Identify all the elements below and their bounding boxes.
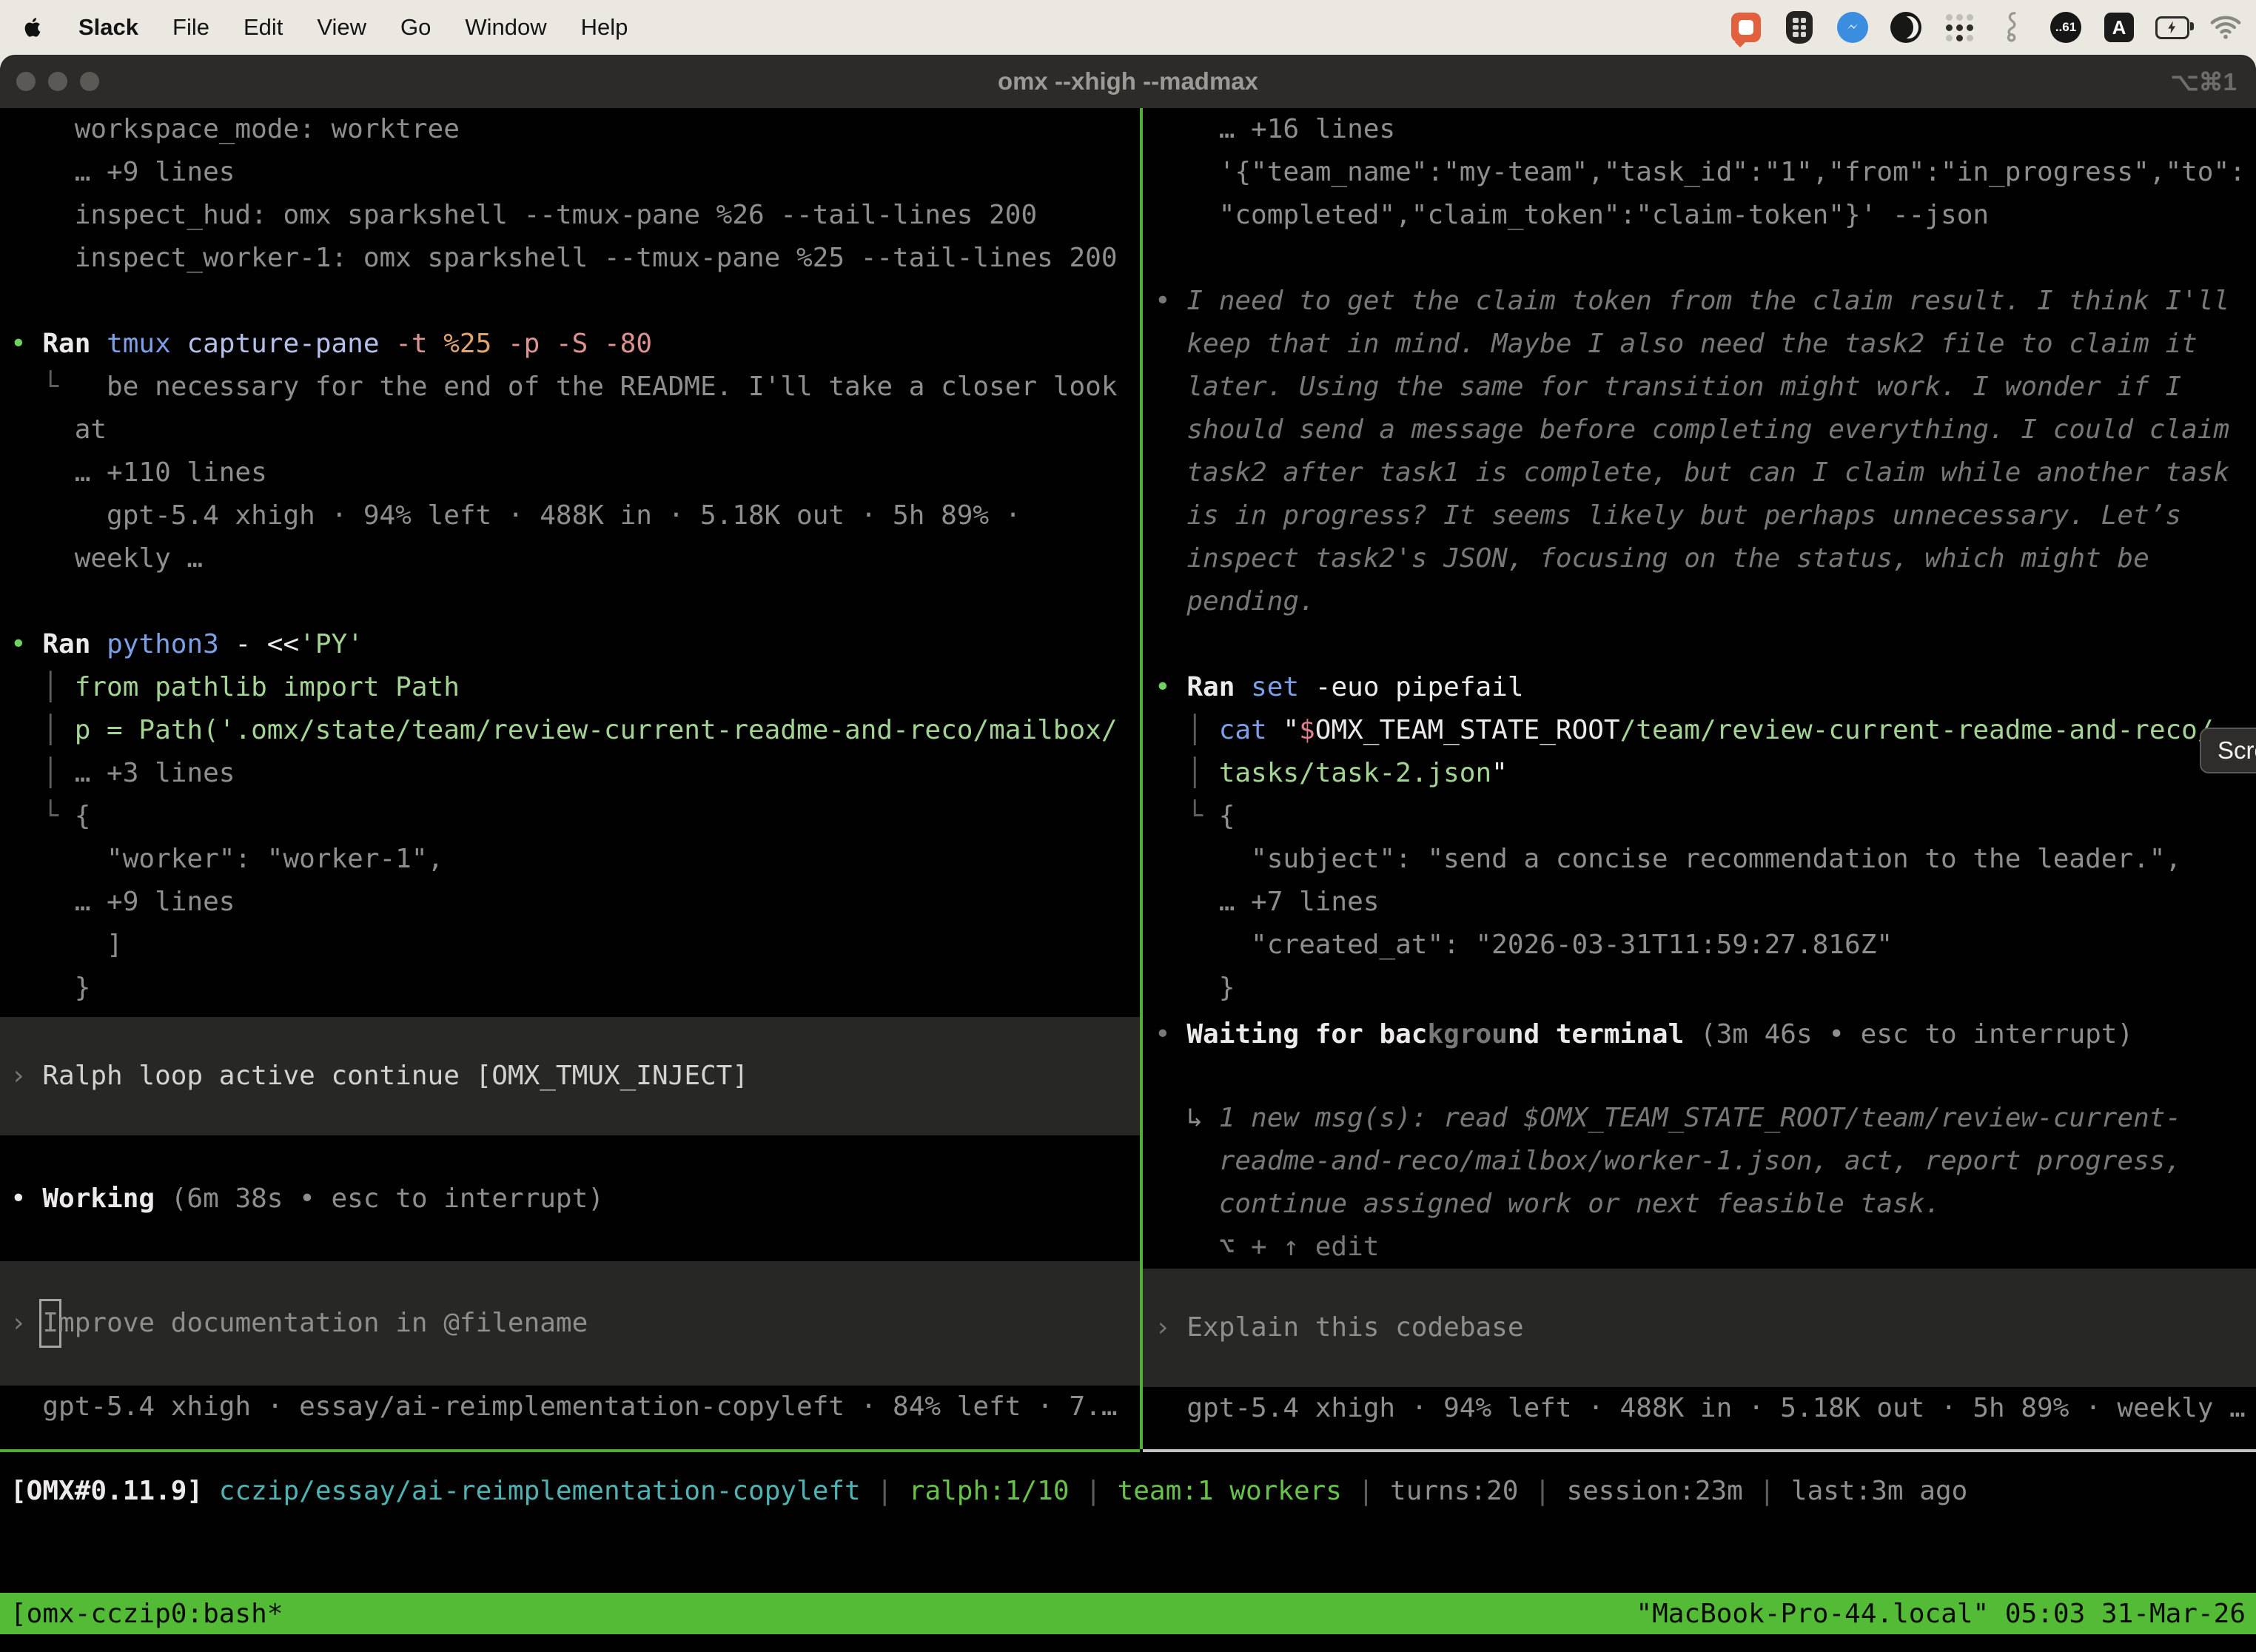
menu-item-help[interactable]: Help: [581, 14, 628, 41]
working-status-line: • Working (6m 38s • esc to interrupt): [0, 1178, 1140, 1220]
prompt-input-band[interactable]: › Improve documentation in @filename: [0, 1261, 1140, 1386]
menu-item-file[interactable]: File: [172, 14, 209, 41]
terminal-line: pending.: [1143, 580, 2256, 623]
spacer: [0, 1220, 1140, 1261]
terminal-line: [0, 280, 1140, 323]
tmux-status-bar: [omx-cczip0:bash* "MacBook-Pro-44.local"…: [0, 1593, 2256, 1634]
terminal-line: task2 after task1 is complete, but can I…: [1143, 451, 2256, 494]
tmux-session-label: [omx-cczip0:bash*: [10, 1599, 283, 1629]
terminal-line: └ {: [1143, 795, 2256, 838]
terminal-line: readme-and-reco/mailbox/worker-1.json, a…: [1143, 1140, 2256, 1183]
terminal-line: workspace_mode: worktree: [0, 108, 1140, 151]
menu-item-edit[interactable]: Edit: [244, 14, 283, 41]
terminal-line: … +9 lines: [0, 881, 1140, 924]
screen-recording-icon[interactable]: [1729, 10, 1763, 44]
terminal-line: └ {: [0, 795, 1140, 838]
terminal-line: └ be necessary for the end of the README…: [0, 366, 1140, 409]
terminal-line: "created_at": "2026-03-31T11:59:27.816Z": [1143, 924, 2256, 967]
menu-bar-status-icons: ..61 A: [1729, 10, 2256, 44]
menu-item-slack[interactable]: Slack: [78, 14, 138, 41]
terminal-line: weekly …: [0, 537, 1140, 580]
terminal-line: [1143, 623, 2256, 666]
context-status-line: gpt-5.4 xhigh · 94% left · 488K in · 5.1…: [1143, 1387, 2256, 1430]
active-pane-border: [0, 1449, 1140, 1452]
tooltip: Scre: [2200, 728, 2256, 773]
badge-61-icon[interactable]: ..61: [2049, 10, 2083, 44]
tmux-pane-right[interactable]: … +16 lines '{"team_name":"my-team","tas…: [1143, 108, 2256, 1449]
terminal-line: │ cat "$OMX_TEAM_STATE_ROOT/team/review-…: [1143, 709, 2256, 752]
waiting-status-line: • Waiting for background terminal (3m 46…: [1143, 1013, 2256, 1056]
spacer: [0, 1135, 1140, 1178]
dots-grid-icon[interactable]: [1942, 10, 1976, 44]
spacer: [0, 1010, 1140, 1017]
terminal-line: │ … +3 lines: [0, 752, 1140, 795]
terminal-line: … +7 lines: [1143, 881, 2256, 924]
window-title-bar[interactable]: omx --xhigh --madmax ⌥⌘1: [0, 55, 2256, 108]
terminal-line: should send a message before completing …: [1143, 409, 2256, 451]
terminal-line: keep that in mind. Maybe I also need the…: [1143, 323, 2256, 366]
terminal-line: gpt-5.4 xhigh · 94% left · 488K in · 5.1…: [0, 494, 1140, 537]
terminal-line: … +110 lines: [0, 451, 1140, 494]
battery-icon[interactable]: [2155, 10, 2189, 44]
prompt-input-band[interactable]: › Explain this codebase: [1143, 1269, 2256, 1387]
omx-hud-status-line: [OMX#0.11.9] cczip/essay/ai-reimplementa…: [0, 1470, 2256, 1513]
terminal-line: is in progress? It seems likely but perh…: [1143, 494, 2256, 537]
context-status-line: gpt-5.4 xhigh · essay/ai-reimplementatio…: [0, 1386, 1140, 1428]
apple-menu-icon[interactable]: [22, 14, 44, 41]
terminal-line: │ p = Path('.omx/state/team/review-curre…: [0, 709, 1140, 752]
terminal-line: │ tasks/task-2.json": [1143, 752, 2256, 795]
menu-item-window[interactable]: Window: [465, 14, 546, 41]
grid-shield-icon[interactable]: [1782, 10, 1816, 44]
terminal-line: │ from pathlib import Path: [0, 666, 1140, 709]
terminal-line: later. Using the same for transition mig…: [1143, 366, 2256, 409]
terminal-line: inspect_hud: omx sparkshell --tmux-pane …: [0, 194, 1140, 237]
terminal-line: "completed","claim_token":"claim-token"}…: [1143, 194, 2256, 237]
terminal-line: … +9 lines: [0, 151, 1140, 194]
terminal-line: at: [0, 409, 1140, 451]
spacer: [1143, 1056, 2256, 1097]
wifi-icon[interactable]: [2209, 10, 2243, 44]
terminal-line: [1143, 237, 2256, 280]
window-title: omx --xhigh --madmax: [0, 67, 2256, 95]
terminal-content: workspace_mode: worktree … +9 lines insp…: [0, 108, 2256, 1652]
queued-prompt-band[interactable]: › Ralph loop active continue [OMX_TMUX_I…: [0, 1017, 1140, 1135]
ran-tmux-command-line: • Ran tmux capture-pane -t %25 -p -S -80: [0, 323, 1140, 366]
messenger-icon[interactable]: [1836, 10, 1870, 44]
terminal-line: }: [1143, 967, 2256, 1010]
terminal-line: ⌥ + ↑ edit: [1143, 1226, 2256, 1269]
menu-item-view[interactable]: View: [317, 14, 366, 41]
terminal-line: [0, 580, 1140, 623]
inactive-pane-border: [1143, 1449, 2256, 1452]
ran-python-command-line: • Ran python3 - <<'PY': [0, 623, 1140, 666]
window-shortcut-badge: ⌥⌘1: [2171, 67, 2237, 96]
terminal-line: "subject": "send a concise recommendatio…: [1143, 838, 2256, 881]
tmux-pane-left[interactable]: workspace_mode: worktree … +9 lines insp…: [0, 108, 1140, 1449]
terminal-line: ]: [0, 924, 1140, 967]
moon-icon[interactable]: [1889, 10, 1923, 44]
input-source-icon[interactable]: A: [2102, 10, 2136, 44]
menu-items: Slack File Edit View Go Window Help: [0, 14, 628, 41]
terminal-line: inspect_worker-1: omx sparkshell --tmux-…: [0, 237, 1140, 280]
menu-item-go[interactable]: Go: [400, 14, 431, 41]
squiggle-icon[interactable]: [1995, 10, 2030, 44]
terminal-window: omx --xhigh --madmax ⌥⌘1 workspace_mode:…: [0, 55, 2256, 1652]
terminal-line: ↳ 1 new msg(s): read $OMX_TEAM_STATE_ROO…: [1143, 1097, 2256, 1140]
tmux-host-clock-label: "MacBook-Pro-44.local" 05:03 31-Mar-26: [1636, 1599, 2246, 1629]
terminal-line: … +16 lines: [1143, 108, 2256, 151]
terminal-line: inspect task2's JSON, focusing on the st…: [1143, 537, 2256, 580]
terminal-line: continue assigned work or next feasible …: [1143, 1183, 2256, 1226]
thinking-line: • I need to get the claim token from the…: [1143, 280, 2256, 323]
terminal-line: }: [0, 967, 1140, 1010]
ran-set-command-line: • Ran set -euo pipefail: [1143, 666, 2256, 709]
desktop: Slack File Edit View Go Window Help: [0, 0, 2256, 1652]
terminal-line: "worker": "worker-1",: [0, 838, 1140, 881]
tooltip-label: Scre: [2218, 736, 2256, 765]
terminal-line: '{"team_name":"my-team","task_id":"1","f…: [1143, 151, 2256, 194]
